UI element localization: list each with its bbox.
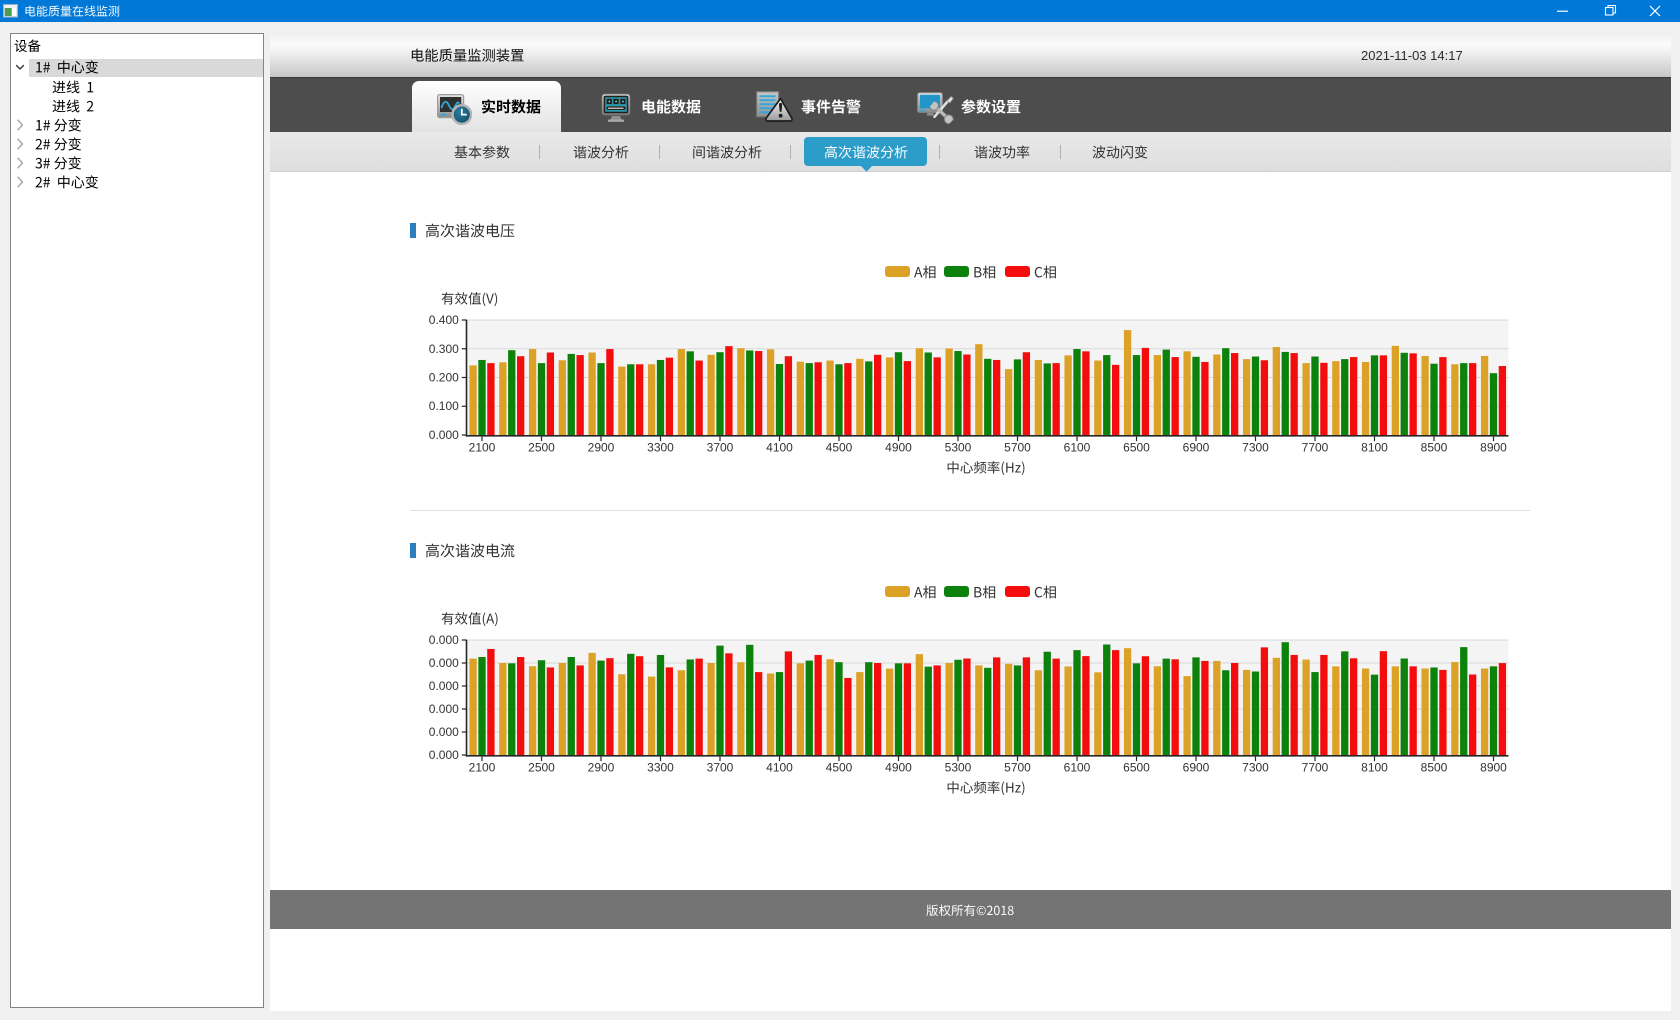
svg-text:2100: 2100 bbox=[469, 760, 496, 774]
svg-text:5700: 5700 bbox=[1004, 440, 1031, 454]
svg-text:0.000: 0.000 bbox=[429, 725, 459, 739]
svg-text:6100: 6100 bbox=[1064, 760, 1091, 774]
svg-text:6900: 6900 bbox=[1183, 760, 1210, 774]
svg-text:2900: 2900 bbox=[588, 440, 615, 454]
svg-text:2900: 2900 bbox=[588, 760, 615, 774]
svg-text:0.400: 0.400 bbox=[429, 313, 459, 327]
svg-text:8900: 8900 bbox=[1480, 760, 1507, 774]
svg-text:8500: 8500 bbox=[1421, 440, 1448, 454]
svg-text:0.000: 0.000 bbox=[429, 633, 459, 647]
svg-text:4500: 4500 bbox=[826, 440, 853, 454]
svg-text:4900: 4900 bbox=[885, 440, 912, 454]
svg-text:2500: 2500 bbox=[528, 760, 555, 774]
svg-text:8100: 8100 bbox=[1361, 760, 1388, 774]
svg-text:0.000: 0.000 bbox=[429, 748, 459, 762]
svg-text:3300: 3300 bbox=[647, 760, 674, 774]
svg-text:7300: 7300 bbox=[1242, 760, 1269, 774]
svg-text:3700: 3700 bbox=[707, 760, 734, 774]
svg-text:0.000: 0.000 bbox=[429, 428, 459, 442]
svg-text:0.000: 0.000 bbox=[429, 679, 459, 693]
svg-text:4100: 4100 bbox=[766, 760, 793, 774]
svg-text:8900: 8900 bbox=[1480, 440, 1507, 454]
svg-text:3700: 3700 bbox=[707, 440, 734, 454]
svg-text:5700: 5700 bbox=[1004, 760, 1031, 774]
svg-text:0.000: 0.000 bbox=[429, 656, 459, 670]
svg-text:6500: 6500 bbox=[1123, 760, 1150, 774]
svg-text:7300: 7300 bbox=[1242, 440, 1269, 454]
svg-text:6900: 6900 bbox=[1183, 440, 1210, 454]
svg-text:5300: 5300 bbox=[945, 440, 972, 454]
svg-text:6100: 6100 bbox=[1064, 440, 1091, 454]
svg-text:7700: 7700 bbox=[1302, 760, 1329, 774]
svg-text:6500: 6500 bbox=[1123, 440, 1150, 454]
svg-text:0.200: 0.200 bbox=[429, 371, 459, 385]
svg-text:0.100: 0.100 bbox=[429, 399, 459, 413]
svg-text:7700: 7700 bbox=[1302, 440, 1329, 454]
svg-text:4900: 4900 bbox=[885, 760, 912, 774]
svg-text:5300: 5300 bbox=[945, 760, 972, 774]
svg-text:4100: 4100 bbox=[766, 440, 793, 454]
svg-text:0.300: 0.300 bbox=[429, 342, 459, 356]
svg-text:3300: 3300 bbox=[647, 440, 674, 454]
svg-text:8500: 8500 bbox=[1421, 760, 1448, 774]
svg-text:2100: 2100 bbox=[469, 440, 496, 454]
svg-text:2500: 2500 bbox=[528, 440, 555, 454]
svg-text:0.000: 0.000 bbox=[429, 702, 459, 716]
svg-text:4500: 4500 bbox=[826, 760, 853, 774]
svg-text:8100: 8100 bbox=[1361, 440, 1388, 454]
